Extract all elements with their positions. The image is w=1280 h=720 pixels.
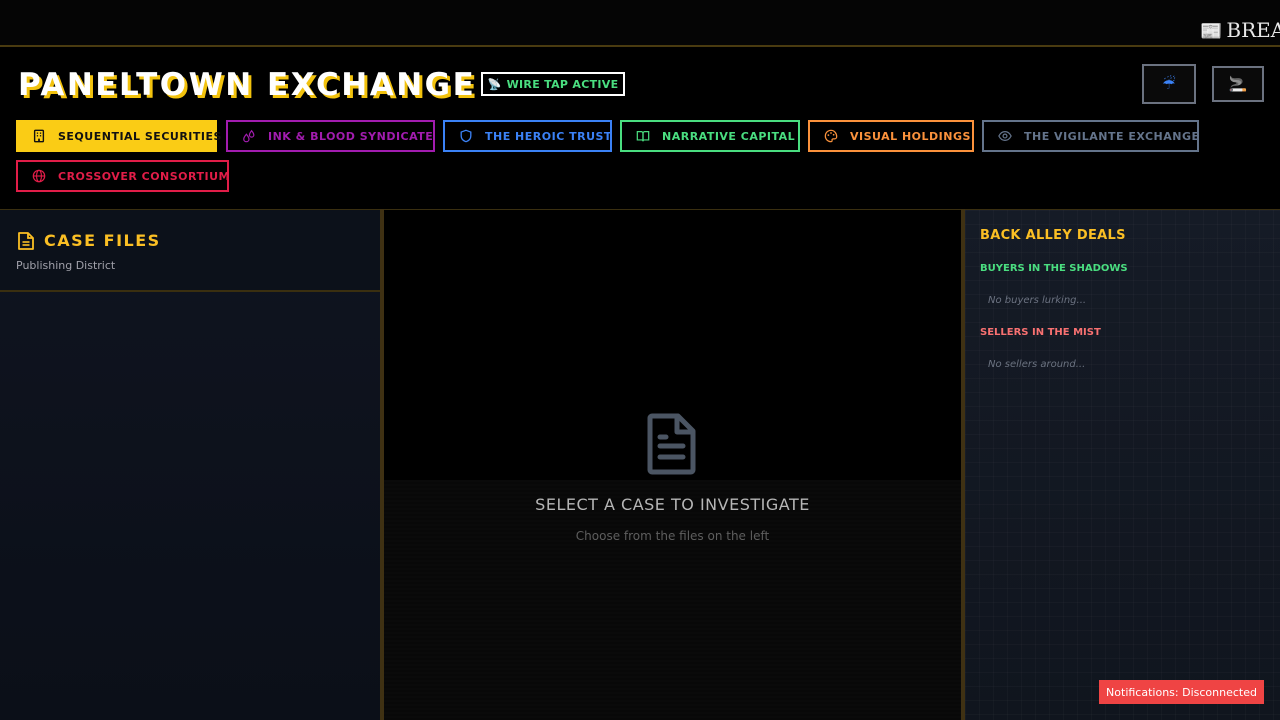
buyers-title: BUYERS IN THE SHADOWS [980, 263, 1128, 274]
smoke-button[interactable]: 🚬 [1212, 66, 1264, 102]
wiretap-label: WIRE TAP ACTIVE [506, 77, 619, 91]
sellers-empty-text: No sellers around... [988, 359, 1086, 370]
publisher-label: INK & BLOOD SYNDICATE [268, 129, 434, 143]
buyers-empty-text: No buyers lurking... [988, 295, 1087, 306]
back-alley-deals-panel: BACK ALLEY DEALS BUYERS IN THE SHADOWS N… [965, 209, 1280, 720]
satellite-antenna-icon: 📡 [487, 77, 502, 91]
publisher-tab-crossover-consortium[interactable]: CROSSOVER CONSORTIUM [16, 160, 229, 192]
breaking-news-ticker: 📰 BREA [0, 0, 1280, 47]
palette-icon [824, 129, 838, 143]
case-files-panel: CASE FILES Publishing District [0, 209, 380, 720]
droplets-icon [243, 129, 255, 143]
notification-status-badge: Notifications: Disconnected [1099, 680, 1264, 704]
eye-icon [998, 131, 1012, 141]
publisher-tab-heroic-trust[interactable]: THE HEROIC TRUST [443, 120, 612, 152]
publisher-label: THE HEROIC TRUST [485, 129, 612, 143]
case-files-header: CASE FILES Publishing District [0, 210, 380, 292]
file-text-icon [18, 232, 34, 250]
publisher-label: VISUAL HOLDINGS [850, 129, 971, 143]
cigarette-icon: 🚬 [1228, 75, 1248, 93]
globe-icon [32, 169, 46, 183]
newspaper-icon: 📰 [1200, 21, 1223, 42]
sellers-title: SELLERS IN THE MIST [980, 327, 1101, 338]
publisher-label: NARRATIVE CAPITAL [662, 129, 796, 143]
wiretap-status-badge: 📡 WIRE TAP ACTIVE [481, 72, 625, 96]
publisher-tab-visual-holdings[interactable]: VISUAL HOLDINGS [808, 120, 974, 152]
ticker-text: 📰 BREA [1200, 17, 1280, 45]
publisher-tab-sequential-securities[interactable]: SEQUENTIAL SECURITIES [16, 120, 221, 152]
book-open-icon [636, 131, 650, 142]
case-files-title: CASE FILES [44, 231, 161, 250]
ticker-label: BREA [1226, 18, 1280, 42]
empty-state-title: SELECT A CASE TO INVESTIGATE [535, 495, 810, 514]
case-detail-panel: SELECT A CASE TO INVESTIGATE Choose from… [384, 209, 961, 720]
case-files-subtitle: Publishing District [16, 259, 116, 272]
publisher-tab-ink-blood-syndicate[interactable]: INK & BLOOD SYNDICATE [226, 120, 435, 152]
publisher-tab-narrative-capital[interactable]: NARRATIVE CAPITAL [620, 120, 800, 152]
empty-state-subtitle: Choose from the files on the left [575, 529, 770, 543]
document-icon [647, 413, 696, 475]
app-title: PANELTOWN EXCHANGE [18, 67, 477, 103]
shield-icon [460, 129, 472, 143]
weather-button[interactable]: ☔ [1142, 64, 1196, 104]
publisher-label: CROSSOVER CONSORTIUM [58, 169, 230, 183]
publisher-label: SEQUENTIAL SECURITIES [58, 129, 222, 143]
deals-title: BACK ALLEY DEALS [980, 228, 1126, 243]
building-icon [33, 129, 45, 143]
umbrella-rain-icon: ☔ [1162, 75, 1176, 93]
publisher-label: THE VIGILANTE EXCHANGE [1024, 129, 1200, 143]
publisher-tab-vigilante-exchange[interactable]: THE VIGILANTE EXCHANGE [982, 120, 1199, 152]
scanline-overlay [384, 480, 961, 720]
